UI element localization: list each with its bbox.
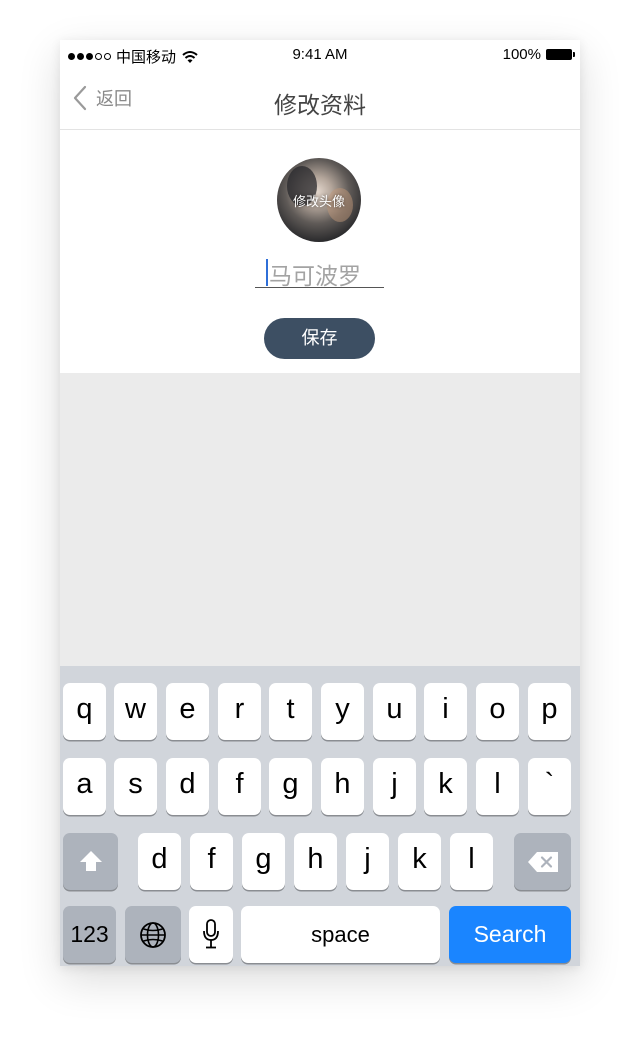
shift-key[interactable] [63, 833, 118, 890]
keyboard: q w e r t y u i o p a s d f g h j k l ` … [60, 666, 580, 966]
key-i[interactable]: i [424, 683, 467, 740]
key-u[interactable]: u [373, 683, 416, 740]
key-g[interactable]: g [269, 758, 312, 815]
key-l[interactable]: l [476, 758, 519, 815]
microphone-icon [203, 919, 219, 949]
key-e[interactable]: e [166, 683, 209, 740]
phone-screen: 中国移动 9:41 AM 100% 返回 修改资料 修改头像 马可波罗 保存 q… [60, 40, 580, 966]
shift-icon [79, 851, 102, 871]
key-h[interactable]: h [321, 758, 364, 815]
key-r[interactable]: r [218, 683, 261, 740]
backspace-icon [527, 852, 558, 872]
battery-status: 100% [502, 46, 575, 63]
nickname-input[interactable]: 马可波罗 [255, 255, 384, 289]
globe-icon [140, 922, 166, 948]
microphone-key[interactable] [189, 906, 233, 963]
key-l[interactable]: l [450, 833, 493, 890]
key-backtick[interactable]: ` [528, 758, 571, 815]
key-j[interactable]: j [373, 758, 416, 815]
key-f[interactable]: f [218, 758, 261, 815]
search-key[interactable]: Search [449, 906, 571, 963]
key-f[interactable]: f [190, 833, 233, 890]
key-y[interactable]: y [321, 683, 364, 740]
key-p[interactable]: p [528, 683, 571, 740]
key-h[interactable]: h [294, 833, 337, 890]
profile-edit-panel: 修改头像 马可波罗 保存 [60, 130, 580, 373]
key-t[interactable]: t [269, 683, 312, 740]
battery-icon [546, 49, 575, 60]
nickname-placeholder: 马可波罗 [269, 263, 361, 289]
numbers-key[interactable]: 123 [63, 906, 116, 963]
key-s[interactable]: s [114, 758, 157, 815]
key-k[interactable]: k [424, 758, 467, 815]
key-g[interactable]: g [242, 833, 285, 890]
text-cursor [266, 259, 268, 286]
key-w[interactable]: w [114, 683, 157, 740]
key-q[interactable]: q [63, 683, 106, 740]
key-k[interactable]: k [398, 833, 441, 890]
key-o[interactable]: o [476, 683, 519, 740]
navigation-bar: 返回 修改资料 [60, 72, 580, 130]
backspace-key[interactable] [514, 833, 571, 890]
change-avatar-label: 修改头像 [292, 194, 345, 209]
key-j[interactable]: j [346, 833, 389, 890]
status-bar: 中国移动 9:41 AM 100% [60, 40, 580, 72]
key-d[interactable]: d [138, 833, 181, 890]
battery-percent: 100% [502, 46, 541, 63]
globe-key[interactable] [125, 906, 181, 963]
key-a[interactable]: a [63, 758, 106, 815]
page-title: 修改资料 [274, 92, 366, 118]
save-button[interactable]: 保存 [264, 318, 375, 359]
space-key[interactable]: space [241, 906, 440, 963]
key-d[interactable]: d [166, 758, 209, 815]
avatar[interactable]: 修改头像 [277, 158, 361, 242]
